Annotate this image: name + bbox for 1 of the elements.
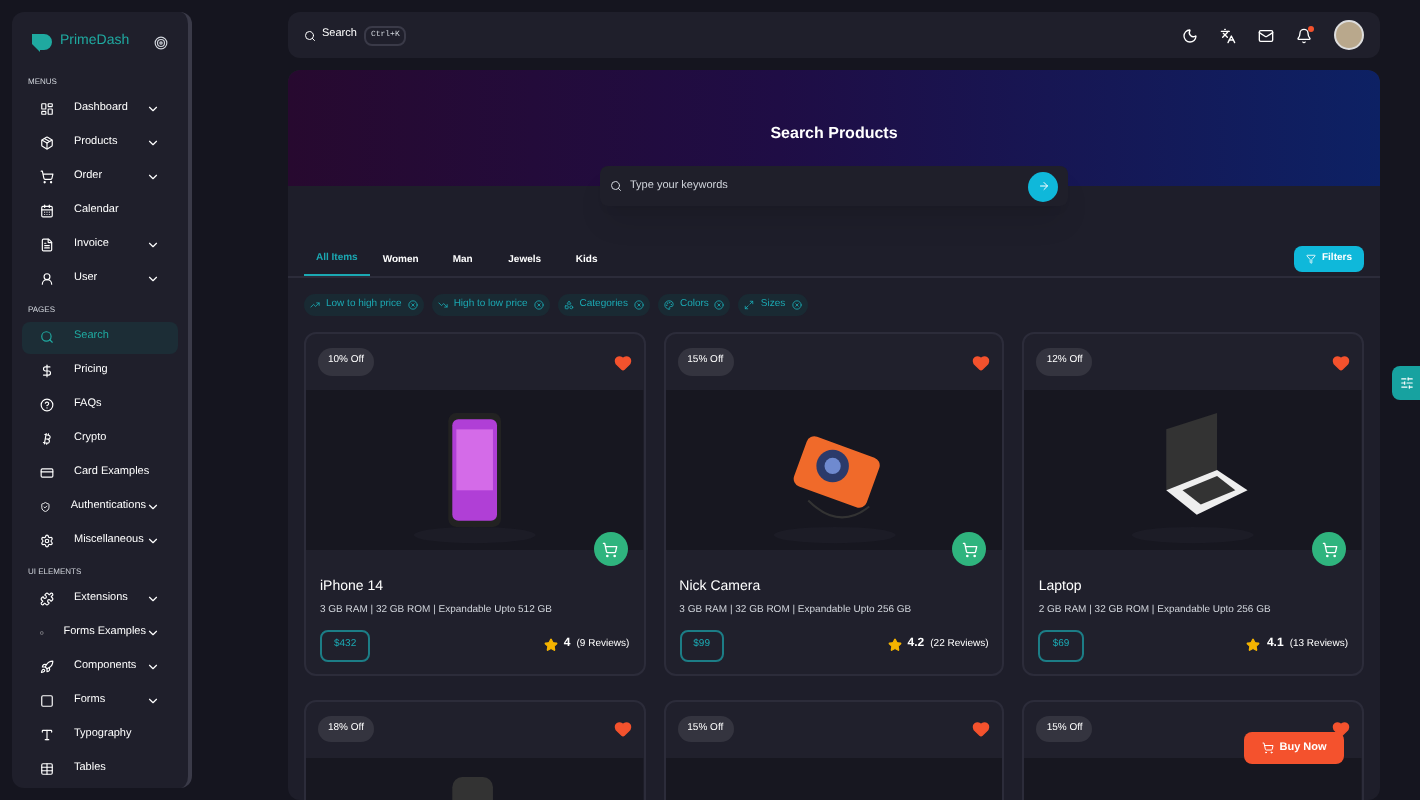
banner-title: Search Products <box>770 122 898 146</box>
